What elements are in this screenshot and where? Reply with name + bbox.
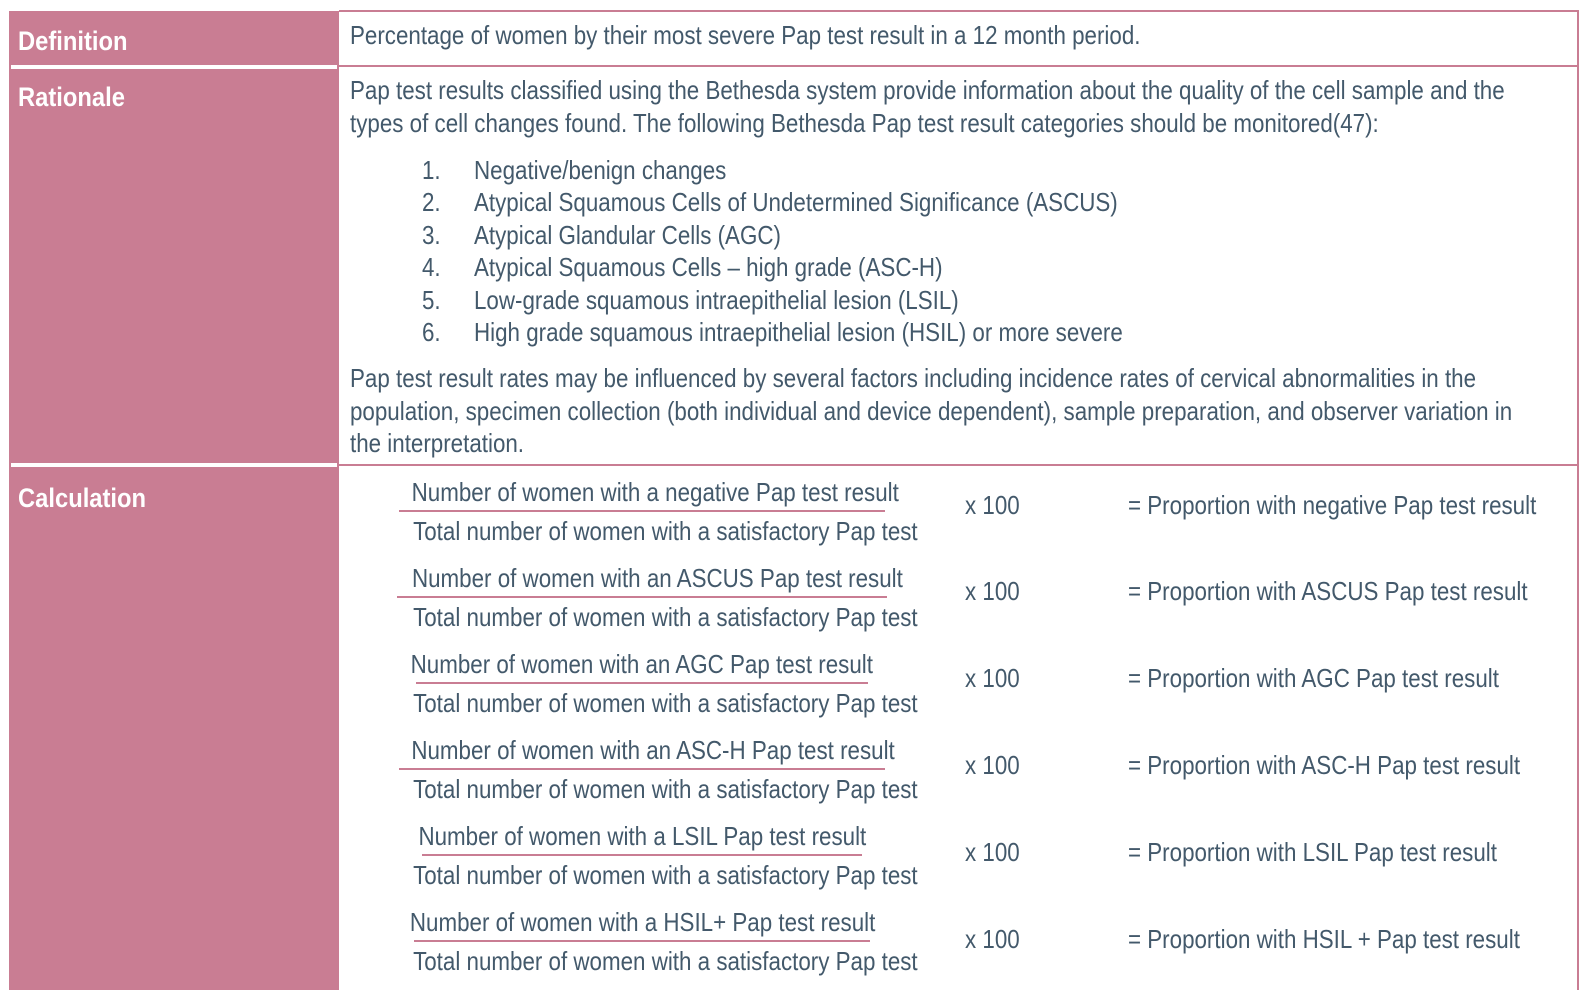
table-top-border bbox=[339, 10, 1579, 12]
list-item-number: 4. bbox=[422, 252, 441, 282]
denominator: Total number of women with a satisfactor… bbox=[413, 516, 918, 546]
denominator: Total number of women with a satisfactor… bbox=[413, 774, 918, 804]
list-item-text: High grade squamous intraepithelial lesi… bbox=[474, 317, 1123, 347]
row-divider bbox=[339, 65, 1579, 67]
denominator: Total number of women with a satisfactor… bbox=[413, 602, 918, 632]
numerator: Number of women with a negative Pap test… bbox=[411, 477, 899, 507]
rationale-closing-line: Pap test result rates may be influenced … bbox=[350, 363, 1477, 393]
denominator: Total number of women with a satisfactor… bbox=[413, 946, 918, 976]
list-item-number: 2. bbox=[422, 187, 441, 217]
list-item-number: 1. bbox=[422, 155, 441, 185]
definition-text: Percentage of women by their most severe… bbox=[350, 20, 1141, 50]
fraction: Number of women with an ASC-H Pap test r… bbox=[372, 733, 918, 806]
list-item-text: Atypical Squamous Cells of Undetermined … bbox=[474, 187, 1118, 217]
multiplier: x 100 bbox=[965, 490, 1020, 520]
definition-label: Definition bbox=[18, 26, 128, 56]
label-divider bbox=[11, 65, 337, 69]
label-divider bbox=[11, 463, 337, 467]
list-item-text: Atypical Glandular Cells (AGC) bbox=[474, 220, 781, 250]
fraction-bar bbox=[397, 596, 887, 598]
list-item-number: 5. bbox=[422, 285, 441, 315]
table-right-border bbox=[1577, 10, 1579, 990]
list-item-text: Negative/benign changes bbox=[474, 155, 727, 185]
denominator: Total number of women with a satisfactor… bbox=[413, 860, 918, 890]
fraction: Number of women with a HSIL+ Pap test re… bbox=[372, 905, 918, 978]
numerator: Number of women with an ASCUS Pap test r… bbox=[411, 563, 903, 593]
fraction: Number of women with an AGC Pap test res… bbox=[372, 647, 918, 720]
rationale-label: Rationale bbox=[18, 82, 125, 112]
numerator: Number of women with a HSIL+ Pap test re… bbox=[409, 907, 876, 937]
multiplier: x 100 bbox=[965, 663, 1020, 693]
rationale-closing-line: population, specimen collection (both in… bbox=[350, 396, 1513, 426]
multiplier: x 100 bbox=[965, 750, 1020, 780]
formula-result: = Proportion with HSIL + Pap test result bbox=[1128, 924, 1520, 954]
calculation-label: Calculation bbox=[18, 483, 147, 513]
fraction-bar bbox=[422, 854, 862, 856]
fraction-bar bbox=[399, 510, 885, 512]
row-divider bbox=[339, 464, 1579, 466]
list-item-text: Atypical Squamous Cells – high grade (AS… bbox=[474, 252, 943, 282]
fraction-bar bbox=[414, 940, 870, 942]
fraction-bar bbox=[399, 768, 885, 770]
multiplier: x 100 bbox=[965, 576, 1020, 606]
fraction-bar bbox=[416, 682, 868, 684]
formula-result: = Proportion with ASCUS Pap test result bbox=[1128, 576, 1528, 606]
multiplier: x 100 bbox=[965, 837, 1020, 867]
list-item-number: 6. bbox=[422, 317, 441, 347]
multiplier: x 100 bbox=[965, 924, 1020, 954]
numerator: Number of women with an ASC-H Pap test r… bbox=[411, 735, 895, 765]
fraction: Number of women with a LSIL Pap test res… bbox=[372, 819, 918, 892]
rationale-intro-line: Pap test results classified using the Be… bbox=[350, 75, 1505, 105]
formula-result: = Proportion with negative Pap test resu… bbox=[1128, 490, 1537, 520]
formula-result: = Proportion with ASC-H Pap test result bbox=[1128, 750, 1521, 780]
rationale-closing-line: the interpretation. bbox=[350, 428, 525, 458]
denominator: Total number of women with a satisfactor… bbox=[413, 688, 918, 718]
list-item-text: Low-grade squamous intraepithelial lesio… bbox=[474, 285, 959, 315]
formula-result: = Proportion with LSIL Pap test result bbox=[1128, 837, 1497, 867]
formula-result: = Proportion with AGC Pap test result bbox=[1128, 663, 1499, 693]
numerator: Number of women with an AGC Pap test res… bbox=[410, 649, 874, 679]
numerator: Number of women with a LSIL Pap test res… bbox=[418, 821, 866, 851]
fraction: Number of women with a negative Pap test… bbox=[372, 475, 918, 548]
rationale-intro-line: types of cell changes found. The followi… bbox=[350, 108, 1379, 138]
fraction: Number of women with an ASCUS Pap test r… bbox=[372, 561, 918, 634]
list-item-number: 3. bbox=[422, 220, 441, 250]
